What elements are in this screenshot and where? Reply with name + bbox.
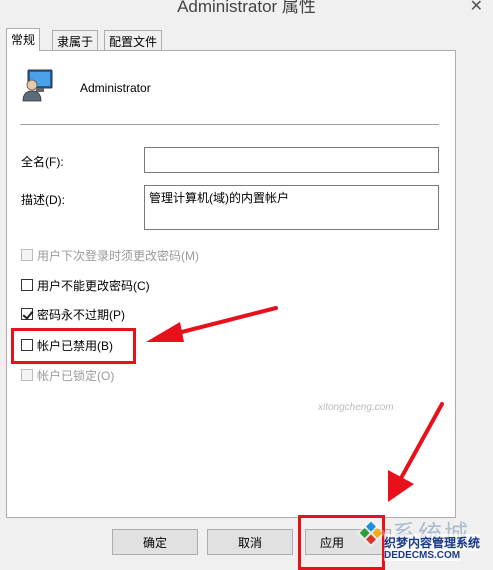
watermark-tagline: 织梦内容管理系统 (384, 534, 481, 551)
checkbox-account-locked[interactable]: 帐户已锁定(O) (21, 367, 114, 383)
checkbox-box[interactable] (21, 308, 33, 320)
checkbox-label: 用户下次登录时须更改密码(M) (37, 248, 199, 263)
watermark-url: DEDECMS.COM (384, 550, 461, 561)
user-account-icon (22, 69, 53, 102)
arrow-to-checkbox-icon (146, 306, 278, 342)
cancel-button[interactable]: 取消 (207, 529, 293, 555)
checkbox-label: 帐户已锁定(O) (37, 368, 115, 383)
ok-button[interactable]: 确定 (112, 529, 198, 555)
title-bar: Administrator 属性 ✕ (0, 0, 493, 16)
windows-logo-icon (356, 518, 386, 548)
tab-member-of[interactable]: 隶属于 (52, 30, 99, 50)
close-icon[interactable]: ✕ (470, 0, 483, 16)
fullname-input[interactable] (144, 147, 439, 173)
checkbox-cannot-change-password[interactable]: 用户不能更改密码(C) (21, 277, 150, 293)
checkbox-password-never-expires[interactable]: 密码永不过期(P) (21, 306, 125, 322)
window-title: Administrator 属性 (177, 0, 316, 16)
tab-profile[interactable]: 配置文件 (104, 30, 163, 50)
highlight-account-disabled (11, 328, 136, 364)
user-name: Administrator (80, 81, 151, 95)
checkbox-label: 密码永不过期(P) (37, 307, 125, 322)
description-label: 描述(D): (21, 193, 65, 207)
tab-general[interactable]: 常规 (6, 28, 41, 51)
checkbox-label: 用户不能更改密码(C) (37, 278, 150, 293)
checkbox-must-change-password[interactable]: 用户下次登录时须更改密码(M) (21, 247, 199, 263)
checkbox-box[interactable] (21, 249, 33, 261)
divider (20, 124, 439, 125)
arrow-to-apply-icon (388, 402, 444, 502)
fullname-label: 全名(F): (21, 155, 64, 169)
description-input[interactable]: 管理计算机(域)的内置帐户 (144, 185, 439, 230)
checkbox-box[interactable] (21, 369, 33, 381)
checkbox-box[interactable] (21, 279, 33, 291)
